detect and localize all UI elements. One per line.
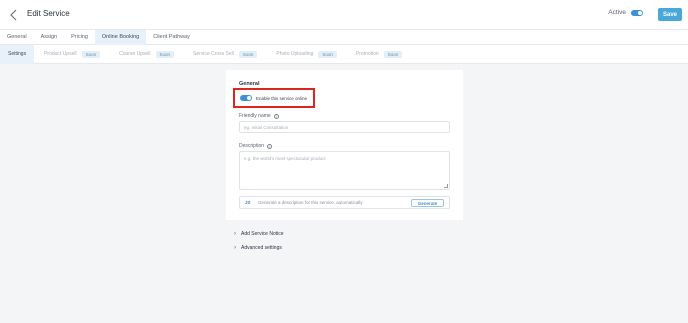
subtab-settings[interactable]: Settings [0, 44, 35, 64]
subtab-promotion[interactable]: Promotion Soon [355, 45, 403, 64]
generate-button[interactable]: Generate [411, 199, 444, 207]
page-title: Edit Service [27, 9, 70, 18]
ai-generate-icon: JS [245, 200, 251, 205]
info-icon[interactable]: i [273, 113, 279, 119]
friendly-name-label-text: Friendly name [239, 113, 271, 119]
subtab-label: Service Cross Sell [193, 51, 234, 57]
tab-client-pathway[interactable]: Client Pathway [146, 30, 197, 45]
general-card: General Enable this service online Frien… [226, 70, 463, 220]
add-service-notice-toggle[interactable]: › Add Service Notice [234, 231, 284, 237]
soon-badge: Soon [238, 50, 258, 58]
description-label-text: Description [239, 143, 265, 149]
friendly-name-label: Friendly name i [239, 113, 279, 119]
subtab-label: Product Upsell [44, 51, 77, 57]
subtab-label: Settings [8, 51, 27, 57]
subtab-photo-uploading[interactable]: Photo Uploading Soon [276, 45, 337, 64]
ai-generate-text: Generate a description for this service,… [258, 200, 364, 205]
subtab-service-cross-sell[interactable]: Service Cross Sell Soon [193, 45, 258, 64]
main-tabs: General Assign Pricing Online Booking Cl… [0, 30, 688, 45]
active-label: Active [608, 9, 626, 16]
tab-assign[interactable]: Assign [34, 30, 65, 45]
top-bar: Edit Service Active Save [0, 0, 688, 30]
subtab-label: Promotion [355, 51, 379, 57]
subtab-label: Photo Uploading [276, 51, 314, 57]
advanced-settings-toggle[interactable]: › Advanced settings [234, 245, 282, 251]
subtab-course-upsell[interactable]: Course Upsell Soon [119, 45, 175, 64]
friendly-name-input[interactable]: eg. Initial Consultation [239, 121, 450, 133]
subtab-product-upsell[interactable]: Product Upsell Soon [44, 45, 101, 64]
description-label: Description i [239, 143, 273, 149]
section-title: General [239, 81, 260, 87]
soon-badge: Soon [155, 50, 175, 58]
ai-generate-row: JS Generate a description for this servi… [239, 196, 450, 209]
chevron-right-icon: › [234, 231, 236, 237]
info-icon[interactable]: i [267, 143, 273, 149]
active-toggle[interactable] [631, 9, 643, 16]
chevron-right-icon: › [234, 245, 236, 251]
description-textarea[interactable]: e.g. the world's most spectacular produc… [239, 151, 450, 190]
active-status: Active [608, 9, 643, 16]
enable-online-label: Enable this service online [256, 95, 308, 101]
soon-badge: Soon [383, 50, 403, 58]
back-arrow-icon[interactable] [8, 8, 20, 22]
tab-general[interactable]: General [0, 30, 34, 45]
advanced-settings-label: Advanced settings [241, 245, 282, 251]
description-placeholder: e.g. the world's most spectacular produc… [244, 156, 326, 161]
subtab-label: Course Upsell [119, 51, 151, 57]
add-service-notice-label: Add Service Notice [241, 231, 284, 237]
soon-badge: Soon [318, 50, 337, 58]
enable-online-row: Enable this service online [233, 88, 315, 108]
soon-badge: Soon [81, 50, 101, 58]
tab-pricing[interactable]: Pricing [64, 30, 95, 45]
save-button[interactable]: Save [658, 8, 682, 21]
enable-online-toggle[interactable] [240, 95, 252, 101]
sub-tabs: Settings Product Upsell Soon Course Upse… [0, 44, 688, 64]
resize-handle-icon[interactable] [444, 184, 448, 188]
tab-online-booking[interactable]: Online Booking [94, 30, 147, 45]
